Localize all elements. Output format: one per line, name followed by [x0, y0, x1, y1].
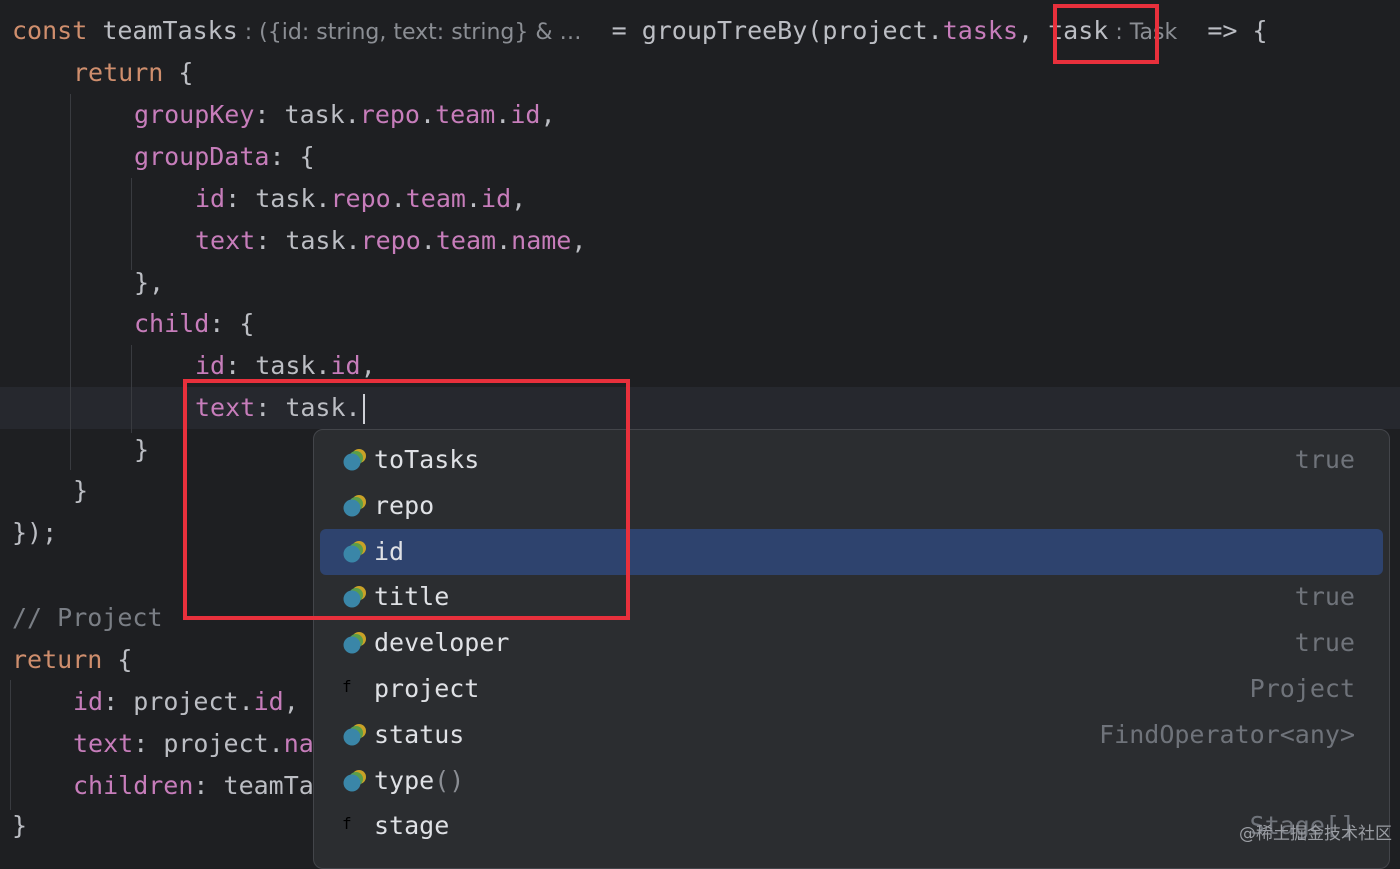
- indent-guide: [131, 345, 132, 433]
- completion-item-name: project: [374, 674, 480, 703]
- highlight-box-param: [1053, 4, 1159, 64]
- completion-item[interactable]: type(): [320, 758, 1383, 804]
- code-line-4: groupData: {: [134, 142, 315, 171]
- function-icon: f: [342, 677, 352, 696]
- completion-item[interactable]: f project Project: [320, 666, 1383, 712]
- code-line-13: });: [12, 518, 58, 547]
- code-line-18: children: teamTa: [73, 771, 314, 800]
- code-line-6: text: task.repo.team.name,: [195, 226, 587, 255]
- indent-guide: [10, 680, 11, 810]
- watermark: @稀土掘金技术社区: [1239, 824, 1392, 844]
- completion-item[interactable]: status FindOperator<any>: [320, 712, 1383, 758]
- code-line-16: id: project.id,: [73, 687, 299, 716]
- code-line-11: }: [134, 435, 150, 464]
- code-line-17: text: project.na: [73, 729, 314, 758]
- completion-item-label: developer: [374, 620, 509, 666]
- completion-item[interactable]: f stage Stage[]: [320, 803, 1383, 849]
- field-icon: [342, 769, 368, 793]
- completion-item-name: type: [374, 765, 435, 795]
- indent-guide: [131, 178, 132, 270]
- field-icon: [342, 631, 368, 655]
- completion-item-parens: (): [434, 765, 465, 795]
- completion-item-type: true: [1294, 582, 1355, 612]
- completion-item-type: true: [1294, 445, 1355, 474]
- code-line-3: groupKey: task.repo.team.id,: [134, 100, 556, 129]
- completion-item-label: status: [374, 712, 464, 758]
- completion-item-type: FindOperator<any>: [1099, 719, 1355, 749]
- completion-item[interactable]: developer true: [320, 620, 1383, 666]
- completion-item-label: stage: [374, 803, 449, 849]
- field-icon: [342, 723, 368, 747]
- code-line-8: child: {: [134, 309, 255, 338]
- completion-item-label: project: [374, 666, 479, 712]
- code-line-12: }: [73, 476, 89, 505]
- code-line-5: id: task.repo.team.id,: [195, 184, 527, 213]
- indent-guide: [70, 94, 71, 470]
- inlay-type-hint: : ({id: string, text: string} & …: [237, 20, 582, 45]
- function-icon: f: [342, 814, 352, 834]
- completion-item-name: status: [374, 719, 465, 749]
- code-line-2: return {: [73, 58, 194, 87]
- completion-item-name: stage: [374, 811, 450, 841]
- code-line-15: return {: [12, 645, 133, 674]
- code-line-7: },: [134, 268, 165, 297]
- completion-item-name: developer: [374, 628, 510, 658]
- completion-item-label: type(): [374, 758, 464, 804]
- completion-item-type: Project: [1249, 674, 1355, 703]
- code-line-19: }: [12, 811, 28, 840]
- completion-item-type: true: [1294, 628, 1355, 658]
- highlight-box-completion: [183, 379, 630, 620]
- code-line-14: // Project: [12, 603, 163, 632]
